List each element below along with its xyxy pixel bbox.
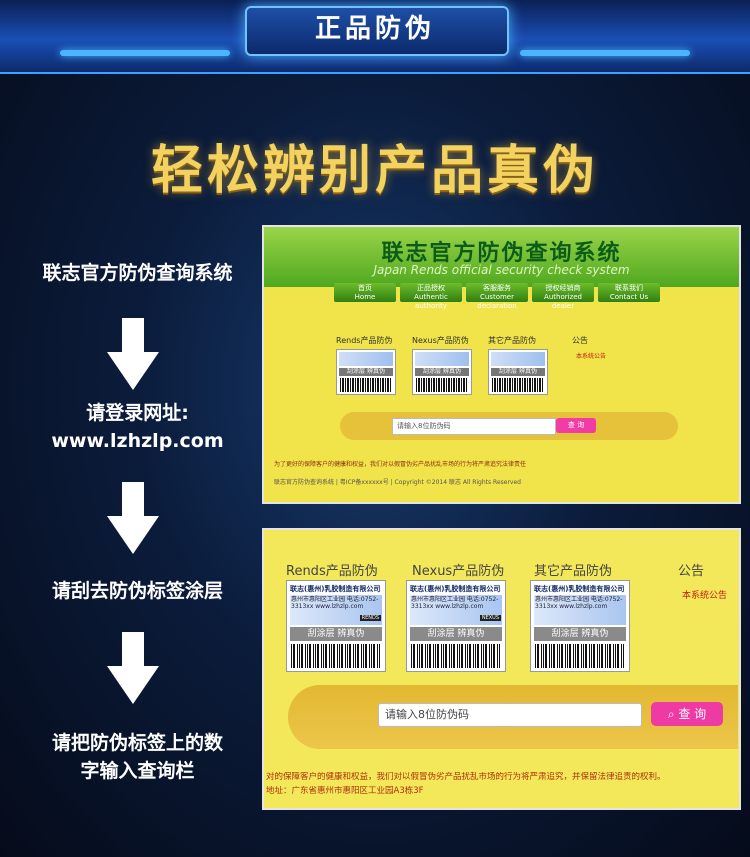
brand-badge-nexus: NEXUS bbox=[479, 615, 501, 621]
product-label-nexus: Nexus产品防伪 bbox=[412, 564, 505, 579]
down-arrow-icon bbox=[107, 482, 159, 556]
search-icon: ⌕ bbox=[667, 707, 679, 721]
banner-glow-left bbox=[60, 50, 230, 56]
banner-glow-right bbox=[520, 50, 690, 56]
product-label-rends: Rends产品防伪 bbox=[336, 336, 393, 345]
step-3-text: 请刮去防伪标签涂层 bbox=[51, 580, 223, 602]
security-tag: 刮涂层 辨真伪 bbox=[488, 349, 548, 395]
brand-badge-rends: RENDS bbox=[359, 615, 381, 621]
code-input[interactable]: 请输入8位防伪码 bbox=[392, 418, 556, 435]
site-subtitle: Japan Rends official security check syst… bbox=[373, 263, 630, 277]
security-tag-rends: 联志(惠州)乳胶制造有限公司 惠州市惠阳区工业园 电话:0752-3313xx … bbox=[286, 580, 386, 672]
down-arrow-icon bbox=[107, 318, 159, 392]
screenshot-query-system: 联志官方防伪查询系统 Japan Rends official security… bbox=[262, 225, 741, 504]
step-4-text-line1: 请把防伪标签上的数 bbox=[51, 732, 223, 754]
step-2-url[interactable]: www.lzhzlp.com bbox=[10, 426, 265, 456]
nav-customer[interactable]: 客服服务 Customer declaration bbox=[466, 283, 528, 310]
header-banner: 正品防伪 bbox=[0, 0, 750, 74]
product-label-nexus: Nexus产品防伪 bbox=[412, 336, 469, 345]
footer-copyright: 联志官方防伪查询系统 | 粤ICP备xxxxxx号 | Copyright ©2… bbox=[274, 479, 521, 486]
search-button[interactable]: ⌕ 查 询 bbox=[651, 702, 723, 726]
security-tag-other: 联志(惠州)乳胶制造有限公司 惠州市惠阳区工业园 电话:0752-3313xx … bbox=[530, 580, 630, 672]
security-tag: 刮涂层 辨真伪 bbox=[412, 349, 472, 395]
notice-title: 公告 bbox=[678, 564, 705, 579]
nav-dealer[interactable]: 授权经销商 Authorized dealer bbox=[532, 283, 594, 310]
step-4-text-line2: 字输入查询栏 bbox=[80, 760, 195, 782]
down-arrow-icon bbox=[107, 632, 159, 706]
product-label-other: 其它产品防伪 bbox=[534, 564, 613, 579]
notice-title: 公告 bbox=[572, 336, 588, 345]
security-tag: 刮涂层 辨真伪 bbox=[336, 349, 396, 395]
search-button[interactable]: 查 询 bbox=[556, 418, 596, 433]
screenshot-query-zoom: Rends产品防伪 Nexus产品防伪 其它产品防伪 公告 本系统公告 联志(惠… bbox=[262, 528, 741, 810]
product-label-rends: Rends产品防伪 bbox=[286, 564, 378, 579]
banner-title: 正品防伪 bbox=[314, 14, 435, 44]
nav-contact[interactable]: 联系我们 Contact Us bbox=[598, 283, 660, 302]
notice-item[interactable]: 本系统公告 bbox=[576, 351, 606, 360]
footer-address: 地址：广东省惠州市惠阳区工业园A3栋3F bbox=[266, 786, 424, 796]
footer-notice: 为了更好的保障客户的健康和权益，我们对以假冒伪劣产品扰乱市场的行为将严肃追究法律… bbox=[274, 461, 527, 468]
product-label-other: 其它产品防伪 bbox=[488, 336, 536, 345]
site-nav: 首页 Home 正品授权 Authentic authority 客服服务 Custo… bbox=[334, 283, 660, 310]
nav-authority[interactable]: 正品授权 Authentic authority bbox=[400, 283, 462, 310]
notice-item[interactable]: 本系统公告 bbox=[682, 588, 727, 601]
step-1-text: 联志官方防伪查询系统 bbox=[42, 262, 233, 284]
step-2-text: 请登录网址: bbox=[86, 402, 189, 424]
security-tag-nexus: 联志(惠州)乳胶制造有限公司 惠州市惠阳区工业园 电话:0752-3313xx … bbox=[406, 580, 506, 672]
footer-notice: 对的保障客户的健康和权益，我们对以假冒伪劣产品扰乱市场的行为将严肃追究，并保留法… bbox=[266, 772, 666, 782]
headline: 轻松辨别产品真伪 bbox=[150, 141, 599, 201]
code-input[interactable]: 请输入8位防伪码 bbox=[378, 703, 642, 727]
nav-home[interactable]: 首页 Home bbox=[334, 283, 396, 302]
